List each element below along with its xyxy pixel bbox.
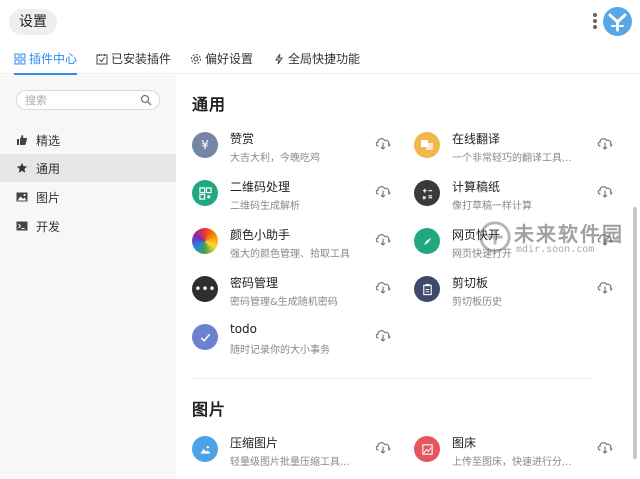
calculator-icon <box>414 180 440 206</box>
cloud-download-icon[interactable] <box>374 135 392 151</box>
plugin-desc: 像打草稿一样计算 <box>452 201 532 212</box>
plugin-name: 二维码处理 <box>230 180 291 194</box>
title-bar: 设置 <box>0 0 640 42</box>
watermark-text: 未来软件园 <box>514 222 624 246</box>
plugin-card-calculator[interactable]: 计算稿纸 像打草稿一样计算 <box>414 176 626 216</box>
tab-preferences[interactable]: 偏好设置 <box>190 44 253 74</box>
cloud-download-icon[interactable] <box>374 327 392 343</box>
lightning-icon <box>275 53 283 65</box>
cloud-download-icon[interactable] <box>374 279 392 295</box>
section-title-images: 图片 <box>192 400 227 419</box>
sidebar-item-label: 精选 <box>36 133 61 148</box>
plugin-card-image-hosting[interactable]: 图床 上传至图床，快速进行分... <box>414 432 626 472</box>
sidebar-item-label: 通用 <box>36 161 61 176</box>
section-divider <box>192 378 592 379</box>
check-icon <box>192 324 218 350</box>
thumbs-up-icon <box>17 135 28 145</box>
terminal-icon <box>16 221 28 231</box>
calendar-check-icon <box>96 54 108 65</box>
plugin-desc: 随时记录你的大小事务 <box>230 345 330 356</box>
plugin-card-qrcode[interactable]: 二维码处理 二维码生成解析 <box>192 176 404 216</box>
app-logo[interactable] <box>603 7 632 36</box>
plugin-name: 密码管理 <box>230 276 279 290</box>
gear-icon <box>191 54 201 64</box>
plugin-name: todo <box>230 322 258 336</box>
plugin-name: 图床 <box>452 436 477 450</box>
plugin-name: 赞赏 <box>230 132 255 146</box>
sidebar-item-featured[interactable]: 精选 <box>0 126 176 154</box>
plugin-desc: 二维码生成解析 <box>230 201 300 212</box>
picture-icon <box>192 436 218 462</box>
tab-plugin-center[interactable]: 插件中心 <box>14 44 78 75</box>
cloud-download-icon[interactable] <box>596 135 614 151</box>
cloud-download-icon[interactable] <box>596 439 614 455</box>
sidebar-item-label: 图片 <box>36 190 61 205</box>
plugin-card-clipboard[interactable]: 剪切板 剪切板历史 <box>414 272 626 312</box>
plugin-desc: 剪切板历史 <box>452 297 502 308</box>
sidebar-item-images[interactable]: 图片 <box>0 183 176 211</box>
tab-bar: 插件中心 已安装插件 偏好设置 全局快捷功能 <box>0 44 640 75</box>
plugin-card-zanshang[interactable]: ¥ 赞赏 大吉大利，今晚吃鸡 <box>192 128 404 168</box>
plugin-card-color-helper[interactable]: 颜色小助手 强大的颜色管理、拾取工具 <box>192 224 404 264</box>
plugin-name: 计算稿纸 <box>452 180 501 194</box>
clipboard-icon <box>414 276 440 302</box>
tab-installed-plugins[interactable]: 已安装插件 <box>96 44 171 74</box>
sidebar: 精选 通用 图片 开发 <box>0 75 176 479</box>
plugin-desc: 上传至图床，快速进行分... <box>452 457 572 468</box>
yen-icon: ¥ <box>192 132 218 158</box>
watermark-logo-icon <box>479 221 511 253</box>
tab-label: 全局快捷功能 <box>288 52 361 66</box>
translate-icon <box>414 132 440 158</box>
plugin-card-translate[interactable]: 在线翻译 一个非常轻巧的翻译工具... <box>414 128 626 168</box>
search-input[interactable] <box>25 91 135 109</box>
search-box <box>16 90 160 110</box>
plugin-desc: 强大的颜色管理、拾取工具 <box>230 249 350 260</box>
plugin-name: 颜色小助手 <box>230 228 291 242</box>
star-icon <box>16 162 28 173</box>
plugin-card-compress-image[interactable]: 压缩图片 轻量级图片批量压缩工具... <box>192 432 404 472</box>
plugin-desc: 轻量级图片批量压缩工具... <box>230 457 350 468</box>
qrcode-icon <box>192 180 218 206</box>
tab-label: 偏好设置 <box>205 52 254 66</box>
cloud-download-icon[interactable] <box>374 439 392 455</box>
plugin-name: 剪切板 <box>452 276 489 290</box>
tab-label: 插件中心 <box>29 52 78 66</box>
password-dots-icon: ••• <box>192 276 218 302</box>
section-title-general: 通用 <box>192 95 227 114</box>
window-title: 设置 <box>9 9 57 35</box>
plugin-card-password[interactable]: ••• 密码管理 密码管理&生成随机密码 <box>192 272 404 312</box>
plugin-desc: 一个非常轻巧的翻译工具... <box>452 153 572 164</box>
image-icon <box>16 192 28 202</box>
tab-label: 已安装插件 <box>111 52 172 66</box>
search-icon[interactable] <box>140 94 152 106</box>
grid-icon <box>14 53 26 65</box>
more-menu-icon[interactable] <box>589 12 601 32</box>
cloud-download-icon[interactable] <box>374 231 392 247</box>
plugin-name: 在线翻译 <box>452 132 501 146</box>
sidebar-item-label: 开发 <box>36 219 61 234</box>
sidebar-item-dev[interactable]: 开发 <box>0 212 176 240</box>
plugin-card-todo[interactable]: todo 随时记录你的大小事务 <box>192 320 404 360</box>
plugin-list: 通用 ¥ 赞赏 大吉大利，今晚吃鸡 在线翻译 一个非常轻巧的翻译工具... 二维… <box>176 75 630 479</box>
color-wheel-icon <box>192 228 218 254</box>
watermark-url: mdir.soon.com <box>516 244 595 255</box>
plugin-desc: 大吉大利，今晚吃鸡 <box>230 153 320 164</box>
watermark: 未来软件园 mdir.soon.com <box>476 218 634 262</box>
cloud-download-icon[interactable] <box>374 183 392 199</box>
plugin-desc: 密码管理&生成随机密码 <box>230 297 338 308</box>
tab-global-shortcuts[interactable]: 全局快捷功能 <box>273 44 360 74</box>
sidebar-item-general[interactable]: 通用 <box>0 154 176 182</box>
compass-icon <box>414 228 440 254</box>
plugin-name: 压缩图片 <box>230 436 279 450</box>
cloud-download-icon[interactable] <box>596 279 614 295</box>
cloud-download-icon[interactable] <box>596 183 614 199</box>
picture-frame-icon <box>414 436 440 462</box>
